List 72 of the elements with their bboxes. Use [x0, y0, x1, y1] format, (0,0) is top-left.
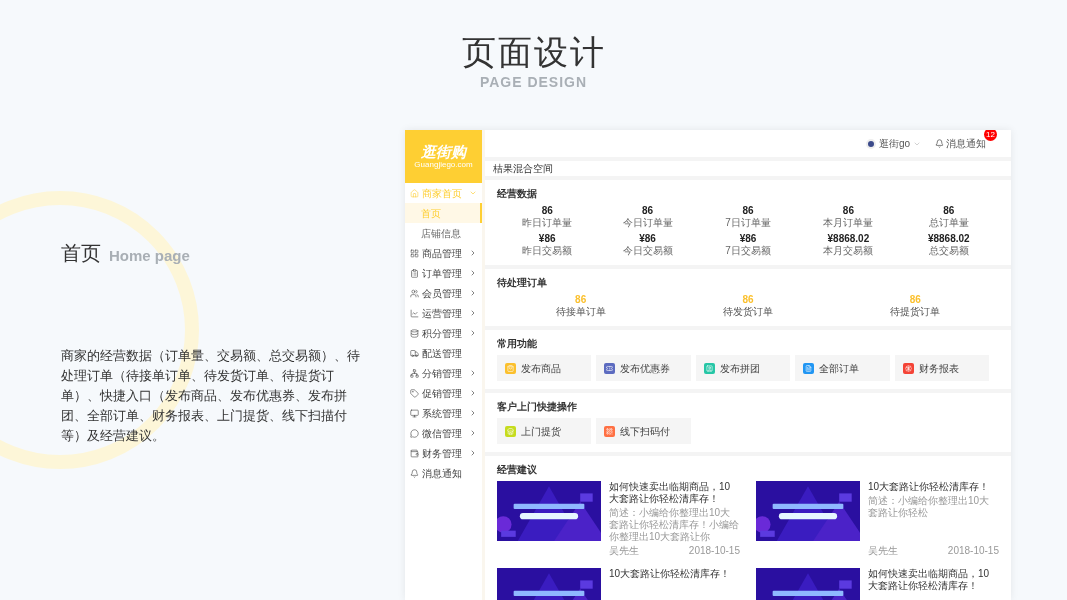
article-date: 2018-10-15	[947, 544, 999, 558]
stat-label: 总订单量	[928, 217, 969, 229]
stat-label: 昨日订单量	[522, 217, 573, 229]
shortcut-button[interactable]: 发布拼团	[695, 355, 791, 381]
shortcut-button[interactable]: 发布商品	[497, 355, 592, 381]
sidebar-item[interactable]: 会员管理	[405, 283, 482, 303]
sidebar-item[interactable]: 订单管理	[405, 263, 482, 283]
submenu-item[interactable]: 店铺信息	[405, 223, 482, 243]
pending-label: 待发货订单	[723, 306, 773, 318]
sidebar-item[interactable]: 促销管理	[405, 383, 482, 403]
sidebar-item[interactable]: 商品管理	[405, 243, 482, 263]
stat-label: 本月订单量	[823, 217, 874, 229]
article-title: 如何快速卖出临期商品，10大套路让你轻松清库存！	[609, 481, 732, 505]
article-title: 10大套路让你轻松清库存！	[609, 568, 732, 580]
stat-value: ¥86	[538, 233, 556, 245]
shortcut-button[interactable]: 线下扫码付	[596, 418, 691, 444]
stat-value: ¥86	[739, 233, 757, 245]
shortcut-button[interactable]: 全部订单	[795, 355, 890, 381]
sidebar-item[interactable]: 分销管理	[405, 363, 482, 383]
stat-value: 86	[541, 205, 553, 217]
article-title: 10大套路让你轻松清库存！	[868, 481, 991, 493]
section-subheading: Home page	[109, 245, 190, 266]
stat-label: 昨日交易额	[522, 245, 573, 257]
stat-value: ¥8868.02	[827, 233, 870, 245]
shortcut-button[interactable]: 发布优惠券	[596, 355, 691, 381]
stat-label: 7日交易额	[725, 245, 771, 257]
stat-value: 86	[642, 205, 654, 217]
stat-label: 今日订单量	[622, 217, 673, 229]
pending-count: 86	[575, 294, 587, 306]
stat-value: 86	[943, 205, 955, 217]
sidebar-item[interactable]: 消息通知	[405, 463, 482, 483]
article-author: 吴先生	[868, 544, 898, 558]
breadcrumb: 桔果混合空间	[485, 161, 1011, 176]
article-summary: 简述：小编给你整理出10大套路让你轻松清库存！小编给你整理出10大套路让你	[609, 507, 740, 543]
section-title: 待处理订单	[497, 276, 548, 290]
shortcut-button[interactable]: 上门提货	[497, 418, 592, 444]
stat-value: ¥8868.02	[927, 233, 970, 245]
logo-domain: Guangjiego.com	[414, 159, 473, 170]
sidebar-item[interactable]: 微信管理	[405, 423, 482, 443]
section-title: 经营数据	[497, 187, 538, 201]
page-subtitle: PAGE DESIGN	[479, 73, 588, 92]
notifications-link[interactable]: 消息通知	[935, 136, 986, 151]
article-date: 2018-10-15	[688, 544, 740, 558]
stat-value: ¥86	[639, 233, 656, 245]
sidebar-item[interactable]: 配送管理	[405, 343, 482, 363]
stat-label: 今日交易额	[622, 245, 673, 257]
shortcut-button[interactable]: 财务报表	[894, 355, 989, 381]
description-paragraph: 商家的经营数据（订单量、交易额、总交易额）、待处理订单（待接单订单、待发货订单、待提货订单）、快捷入口（发布商品、发布优惠券、发布拼团、全部订单、财务报表、上门提货、线下扫描付等）及经营建议。	[61, 347, 361, 445]
sidebar-item[interactable]: 财务管理	[405, 443, 482, 463]
section-heading: 首页	[61, 241, 101, 266]
logo-name: 逛街购	[421, 143, 466, 160]
stat-value: 86	[742, 205, 754, 217]
article-summary: 简述：小编给你整理出10大套路让你轻松	[868, 495, 991, 519]
page-title: 页面设计	[461, 32, 606, 72]
stat-label: 总交易额	[928, 245, 969, 257]
stat-value: 86	[842, 205, 854, 217]
stat-label: 7日订单量	[725, 217, 771, 229]
pending-label: 待提货订单	[890, 306, 941, 318]
sidebar-item[interactable]: 积分管理	[405, 323, 482, 343]
pending-label: 待接单订单	[555, 306, 606, 318]
section-title: 经营建议	[497, 463, 538, 477]
article-author: 吴先生	[609, 544, 639, 558]
pending-count: 86	[909, 294, 921, 306]
section-title: 客户上门快捷操作	[497, 400, 578, 414]
article-title: 如何快速卖出临期商品，10大套路让你轻松清库存！	[868, 568, 991, 592]
sidebar-item[interactable]: 运营管理	[405, 303, 482, 323]
stat-label: 本月交易额	[823, 245, 874, 257]
user-menu[interactable]: 逛街go	[865, 136, 921, 151]
section-title: 常用功能	[497, 337, 538, 351]
notification-badge: 12	[984, 130, 997, 141]
sidebar-item[interactable]: 系统管理	[405, 403, 482, 423]
pending-count: 86	[742, 294, 754, 306]
